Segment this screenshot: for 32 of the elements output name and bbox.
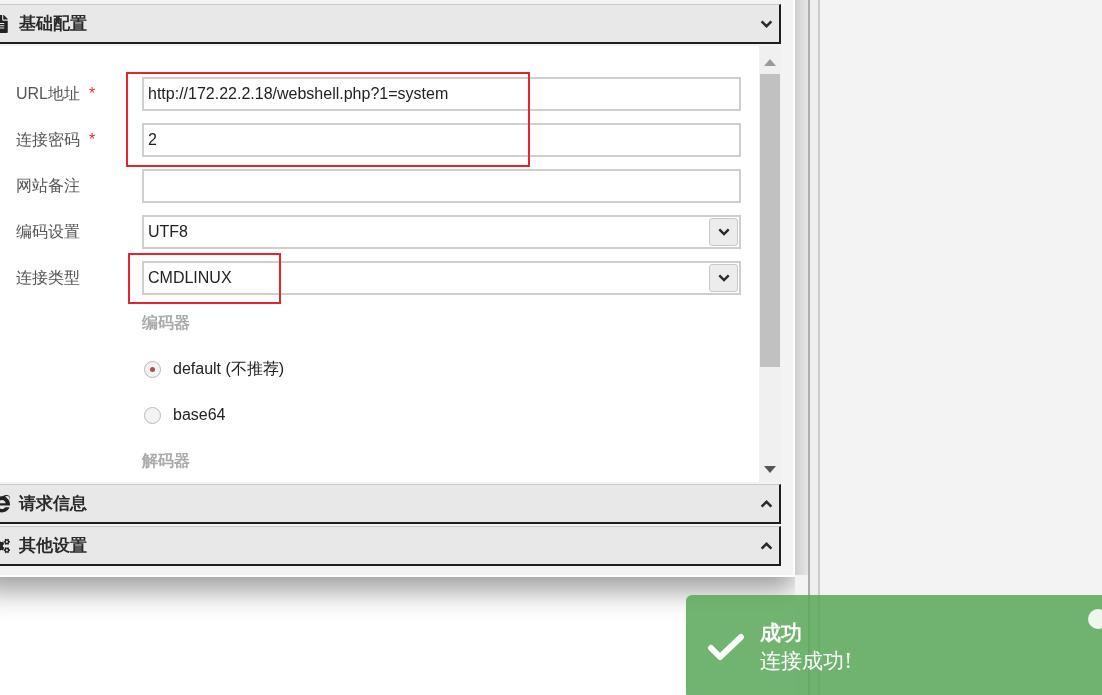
- group-title: 解码器: [142, 450, 190, 472]
- text-field[interactable]: [142, 169, 741, 203]
- down-arrow-icon[interactable]: [764, 466, 776, 473]
- check-icon: [707, 633, 745, 661]
- required-mark: *: [89, 130, 96, 150]
- select-field[interactable]: UTF8: [142, 215, 741, 249]
- accordion-header[interactable]: 基础配置: [0, 4, 781, 44]
- field-label: 编码设置: [16, 222, 80, 242]
- group-title: 编码器: [142, 312, 190, 334]
- accordion-header[interactable]: 其他设置: [0, 526, 781, 566]
- dropdown-button[interactable]: [709, 264, 738, 292]
- chevron-down-icon: [717, 274, 730, 282]
- required-mark: *: [89, 84, 96, 104]
- text-field[interactable]: 2: [142, 123, 741, 157]
- field-label: 网站备注: [16, 176, 80, 196]
- scrollbar[interactable]: [759, 46, 781, 482]
- option-label: default (不推荐): [173, 359, 285, 379]
- up-arrow-icon[interactable]: [764, 59, 776, 66]
- radio-button[interactable]: [144, 406, 161, 424]
- option-label: base64: [173, 405, 226, 425]
- text-field[interactable]: http://172.22.2.18/webshell.php?1=system: [142, 77, 741, 111]
- field-label: 连接类型: [16, 268, 80, 288]
- toast-title: 成功: [760, 619, 803, 647]
- chevron-down-icon: [717, 228, 730, 236]
- field-label: URL地址: [16, 84, 80, 104]
- dropdown-button[interactable]: [709, 218, 738, 246]
- scrollbar-thumb[interactable]: [760, 74, 780, 367]
- toast-message: 连接成功!: [760, 648, 853, 675]
- field-label: 连接密码: [16, 130, 80, 150]
- select-field[interactable]: CMDLINUX: [142, 261, 741, 295]
- accordion-header[interactable]: 请求信息: [0, 484, 781, 524]
- radio-button[interactable]: [144, 360, 161, 378]
